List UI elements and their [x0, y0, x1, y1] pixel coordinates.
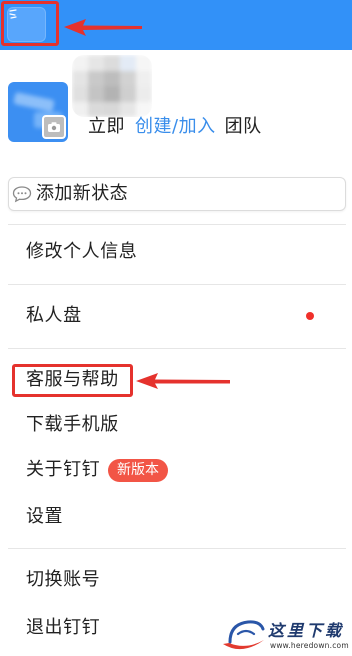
divider: [8, 548, 346, 549]
divider: [8, 348, 346, 349]
left-arrow-icon: [136, 373, 230, 389]
speech-bubble-icon: [12, 186, 32, 203]
divider: [8, 284, 346, 285]
create-join-team-link[interactable]: 创建/加入: [135, 114, 216, 140]
watermark-logo-icon: [223, 620, 265, 650]
team-prompt: 立即 创建/加入 团队: [88, 114, 262, 140]
annotation-highlight-box: [1, 1, 59, 46]
menu-item-settings[interactable]: 设置: [8, 497, 344, 537]
add-status-button[interactable]: 添加新状态: [8, 177, 346, 211]
menu-item-label: 下载手机版: [26, 414, 119, 435]
annotation-highlight-box: [12, 364, 133, 397]
menu-item-edit-profile[interactable]: 修改个人信息: [8, 232, 344, 272]
watermark-title: 这里下载: [268, 621, 345, 640]
watermark-url: www.heredown.com: [270, 641, 349, 650]
divider: [8, 224, 346, 225]
team-prompt-suffix: 团队: [224, 116, 262, 137]
menu-item-label: 设置: [26, 506, 64, 527]
menu-item-label: 私人盘: [26, 305, 82, 326]
unread-dot-icon: [306, 312, 314, 320]
new-version-badge: 新版本: [108, 459, 168, 482]
camera-icon[interactable]: [42, 115, 66, 139]
menu-item-label: 切换账号: [26, 569, 101, 590]
left-arrow-icon: [64, 19, 142, 36]
menu-item-label: 退出钉钉: [26, 617, 101, 638]
team-prompt-prefix: 立即: [88, 116, 125, 137]
menu-item-label: 修改个人信息: [26, 241, 138, 262]
menu-item-about[interactable]: 关于钉钉: [8, 450, 344, 490]
menu-item-label: 关于钉钉: [26, 459, 101, 480]
menu-item-switch-account[interactable]: 切换账号: [8, 560, 344, 600]
blurred-user-name: [72, 55, 152, 117]
add-status-label: 添加新状态: [36, 183, 128, 204]
menu-item-private-drive[interactable]: 私人盘: [8, 296, 344, 336]
menu-item-download-mobile[interactable]: 下载手机版: [8, 405, 344, 445]
